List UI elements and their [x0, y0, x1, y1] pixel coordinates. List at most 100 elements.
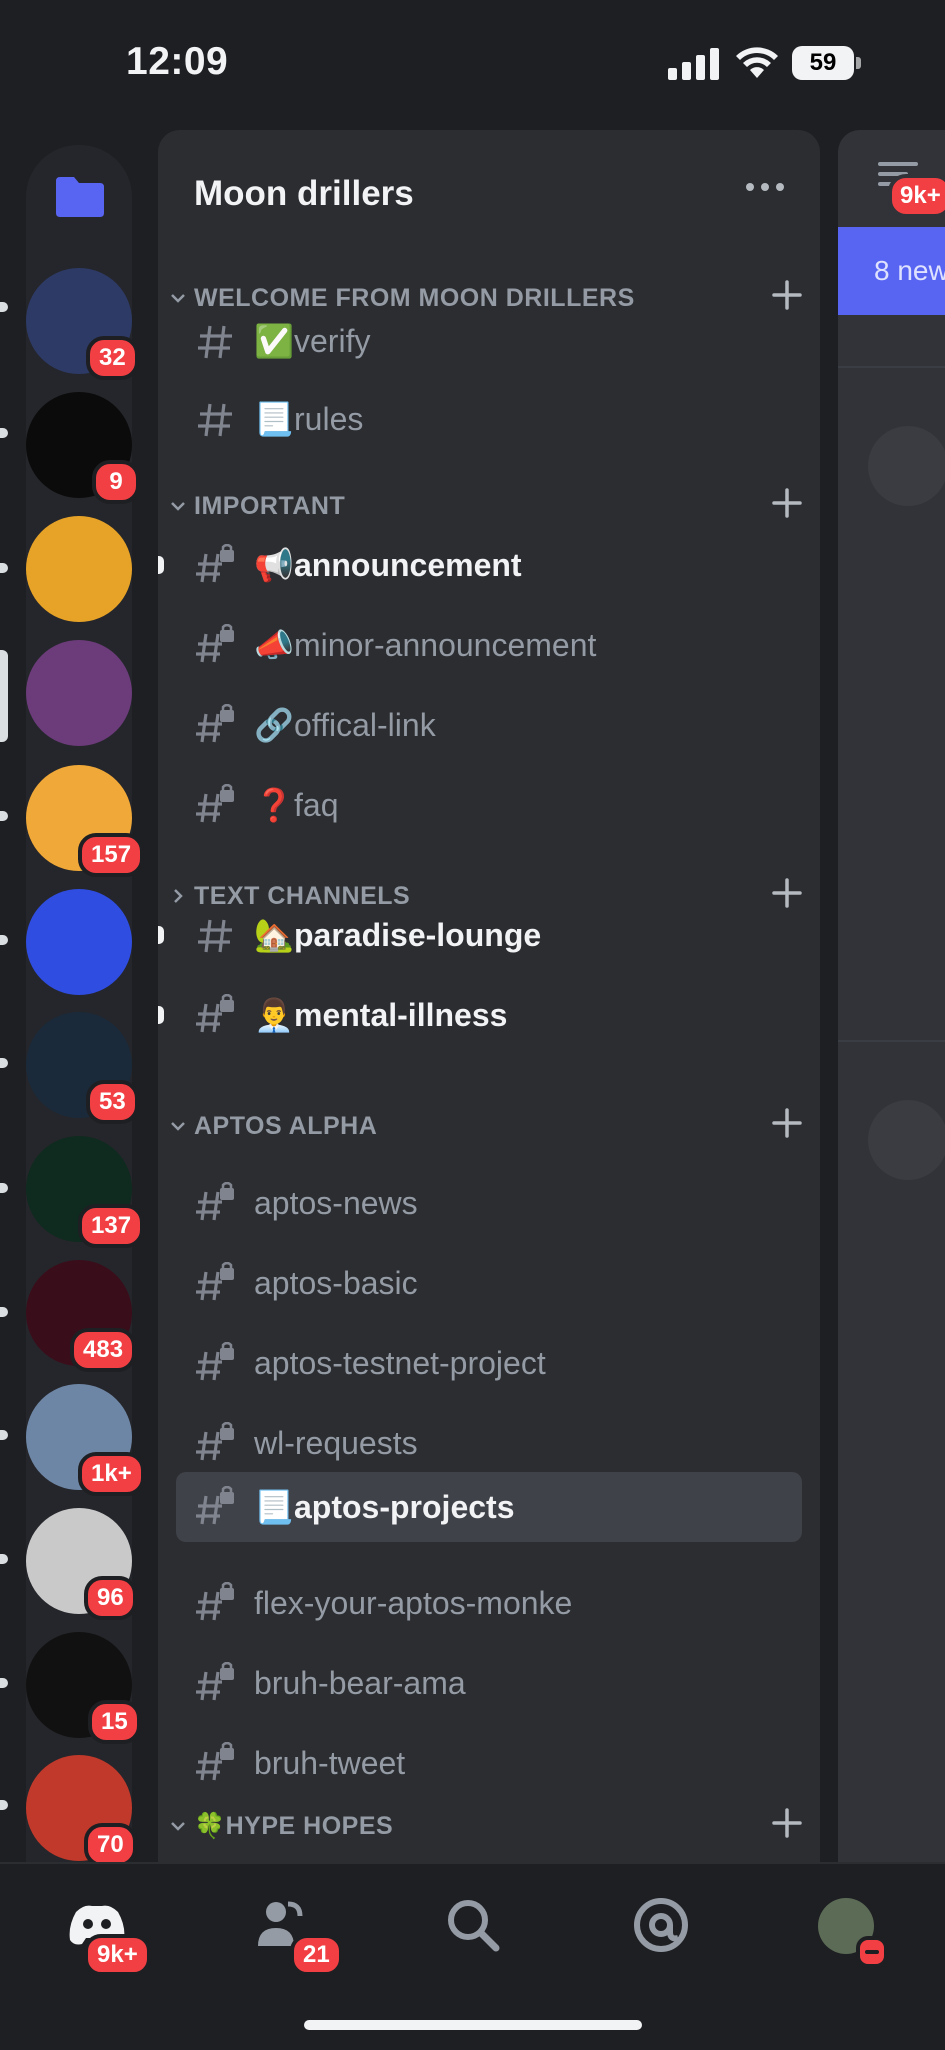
home-indicator [304, 2020, 642, 2030]
locked-channel-icon [196, 1742, 234, 1781]
guild-badge: 483 [70, 1328, 137, 1372]
folder-icon[interactable] [54, 175, 106, 219]
text-channel-icon [198, 919, 232, 953]
status-bar: 12:09 59 [0, 0, 945, 120]
channel-name: aptos-news [254, 1185, 418, 1221]
channel-category[interactable]: 🍀HYPE HOPES [158, 1806, 820, 1850]
channel-item[interactable]: aptos-news [176, 1168, 802, 1238]
channel-category[interactable]: APTOS ALPHA [158, 1106, 820, 1150]
locked-channel-icon [196, 994, 234, 1033]
new-messages-banner[interactable]: 8 new [838, 227, 945, 315]
guild-badge: 53 [86, 1080, 139, 1124]
channel-name: announcement [294, 547, 522, 583]
locked-channel-icon [196, 1262, 234, 1301]
tab-search-icon[interactable] [438, 1890, 508, 1960]
server-name[interactable]: Moon drillers [194, 174, 414, 214]
channel-name: rules [294, 401, 364, 437]
channel-unread-indicator [158, 556, 164, 574]
cellular-signal-icon [668, 48, 719, 80]
guild-unread-indicator [0, 1307, 8, 1317]
channel-name: wl-requests [254, 1425, 418, 1461]
guild-unread-indicator [0, 1183, 8, 1193]
guild-unread-indicator [0, 428, 8, 438]
guild-avatar [26, 889, 132, 995]
channel-emoji: 📃 [254, 401, 294, 437]
channel-item[interactable]: 👨‍💼 mental-illness [176, 980, 802, 1050]
channel-name: bruh-bear-ama [254, 1665, 466, 1701]
channel-item[interactable]: wl-requests [176, 1408, 802, 1478]
guild-avatar [26, 640, 132, 746]
dnd-status-icon [856, 1936, 888, 1968]
locked-channel-icon [196, 1582, 234, 1621]
chat-preview-peek[interactable]: 8 new [838, 130, 945, 1865]
guild-selected-indicator [0, 650, 8, 742]
channel-item[interactable]: ✅ verify [176, 306, 802, 376]
guild-unread-indicator [0, 1430, 8, 1440]
guild-icon[interactable] [26, 640, 132, 746]
status-time: 12:09 [126, 40, 229, 83]
channel-emoji: ❓ [254, 787, 294, 823]
text-channel-icon [198, 325, 232, 359]
more-options-icon[interactable] [740, 172, 790, 202]
guild-icon[interactable] [26, 516, 132, 622]
channel-name: offical-link [294, 707, 436, 743]
locked-channel-icon [196, 1486, 234, 1525]
channel-category[interactable]: IMPORTANT [158, 486, 820, 530]
channel-item[interactable]: bruh-tweet [176, 1728, 802, 1798]
guild-badge: 70 [84, 1823, 137, 1867]
locked-channel-icon [196, 784, 234, 823]
channel-name: aptos-projects [294, 1489, 515, 1525]
guild-unread-indicator [0, 1058, 8, 1068]
channel-item[interactable]: 📃 rules [176, 384, 802, 454]
channel-item[interactable]: aptos-testnet-project [176, 1328, 802, 1398]
message-avatar [868, 1100, 945, 1180]
channel-name: faq [294, 787, 339, 823]
channel-item[interactable]: 📃 aptos-projects [176, 1472, 802, 1542]
text-channel-icon [198, 403, 232, 437]
channel-item[interactable]: flex-your-aptos-monke [176, 1568, 802, 1638]
channel-item[interactable]: aptos-basic [176, 1248, 802, 1318]
wifi-icon [736, 47, 778, 78]
channel-emoji: 📢 [254, 547, 294, 583]
channel-item[interactable]: 🔗 offical-link [176, 690, 802, 760]
guild-unread-indicator [0, 811, 8, 821]
friends-badge: 21 [290, 1934, 343, 1976]
chevron-down-icon [171, 294, 185, 303]
channel-emoji: 🏡 [254, 917, 294, 953]
channel-name: paradise-lounge [294, 917, 542, 953]
notification-badge: 9k+ [888, 174, 945, 218]
guild-unread-indicator [0, 935, 8, 945]
locked-channel-icon [196, 1422, 234, 1461]
channel-item[interactable]: ❓ faq [176, 770, 802, 840]
locked-channel-icon [196, 544, 234, 583]
locked-channel-icon [196, 704, 234, 743]
tab-mentions-icon[interactable] [626, 1890, 696, 1960]
add-channel-icon[interactable] [770, 486, 804, 520]
add-channel-icon[interactable] [770, 1106, 804, 1140]
guild-badge: 15 [88, 1700, 141, 1744]
channel-item[interactable]: 🏡 paradise-lounge [176, 900, 802, 970]
channel-unread-indicator [158, 926, 164, 944]
guild-badge: 9 [92, 460, 140, 504]
guild-unread-indicator [0, 563, 8, 573]
channel-name: aptos-testnet-project [254, 1345, 546, 1381]
category-label: 🍀HYPE HOPES [194, 1812, 394, 1840]
channel-emoji: 🔗 [254, 707, 294, 743]
locked-channel-icon [196, 1182, 234, 1221]
add-channel-icon[interactable] [770, 1806, 804, 1840]
message-avatar [868, 426, 945, 506]
battery-icon: 59 [792, 46, 862, 80]
channel-name: bruh-tweet [254, 1745, 406, 1781]
channel-item[interactable]: 📢 announcement [176, 530, 802, 600]
chevron-down-icon [171, 502, 185, 511]
chevron-down-icon [171, 1122, 185, 1131]
locked-channel-icon [196, 624, 234, 663]
category-label: IMPORTANT [194, 492, 346, 520]
guild-badge: 157 [78, 833, 145, 877]
guild-icon[interactable] [26, 889, 132, 995]
channel-item[interactable]: bruh-bear-ama [176, 1648, 802, 1718]
locked-channel-icon [196, 1342, 234, 1381]
channel-item[interactable]: 📣 minor-announcement [176, 610, 802, 680]
guild-badge: 96 [84, 1576, 137, 1620]
guild-unread-indicator [0, 1800, 8, 1810]
